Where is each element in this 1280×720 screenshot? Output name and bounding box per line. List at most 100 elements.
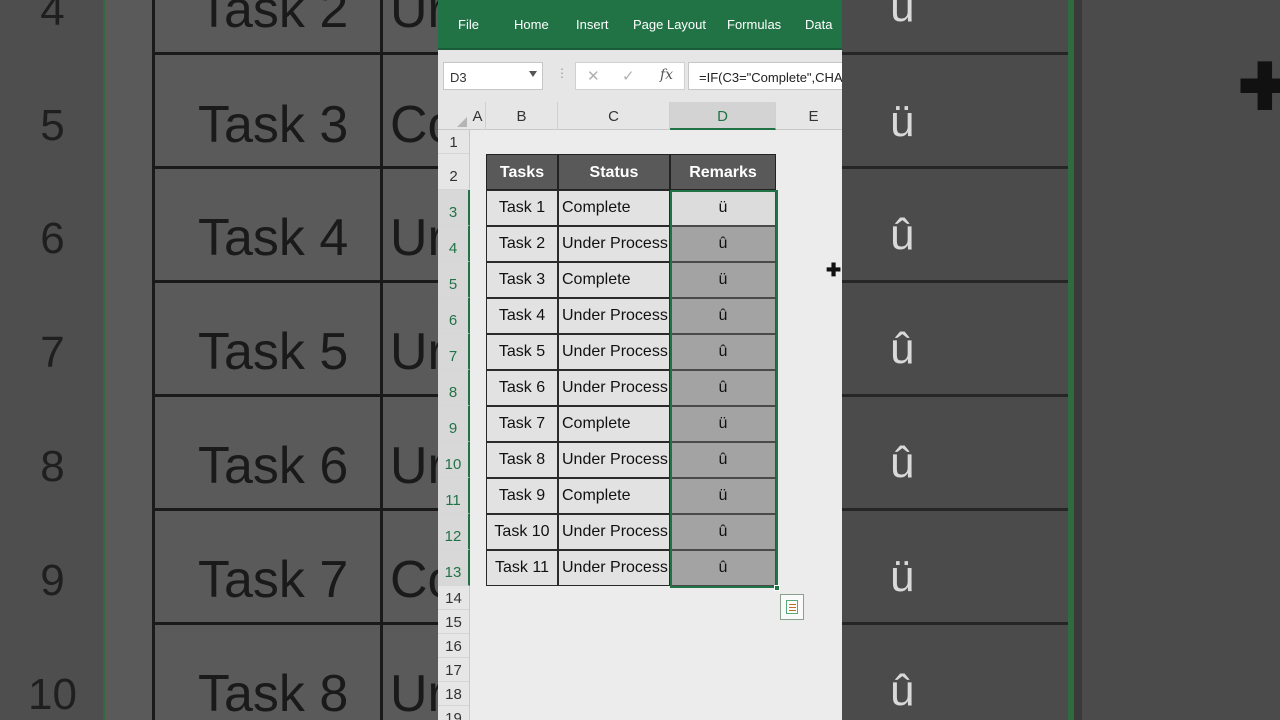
tab-data[interactable]: Data [805,17,832,32]
bg-status-fragment: Co [390,96,438,154]
row-header-1[interactable]: 1 [438,130,470,154]
bg-task-label: Task 8 [198,665,349,720]
row-header-15[interactable]: 15 [438,610,470,634]
background-zoom-left: 4 Task 2 Ur 5 Task 3 Co 6 Task 4 Ur 7 Task 5 Ur 8 Tas… [0,0,438,720]
bg-row-number: 10 [28,670,77,719]
cell-cursor-icon: ✚ [826,260,842,280]
row-header-19[interactable]: 19 [438,706,470,720]
select-all-corner[interactable] [438,102,470,130]
tab-formulas[interactable]: Formulas [727,17,781,32]
bg-grid-line [155,622,438,625]
task-cell[interactable]: Task 2 [486,226,558,262]
bg-status-fragment: Ur [390,209,438,267]
status-cell[interactable]: Under Process [558,550,670,586]
row-header-6[interactable]: 6 [438,298,470,334]
remark-cell[interactable]: û [670,226,776,262]
row-header-13[interactable]: 13 [438,550,470,586]
row-header-2[interactable]: 2 [438,154,470,190]
remark-cell[interactable]: û [670,334,776,370]
remark-cell[interactable]: û [670,514,776,550]
row-header-3[interactable]: 3 [438,190,470,226]
bg-grid-line [842,394,1070,397]
bg-row-number: 8 [40,442,65,491]
formula-input[interactable]: =IF(C3="Complete",CHA [688,62,842,90]
task-cell[interactable]: Task 5 [486,334,558,370]
column-header-b[interactable]: B [486,102,558,130]
tab-page-layout[interactable]: Page Layout [633,17,706,32]
quick-analysis-button[interactable] [780,594,804,620]
bg-divider [1074,0,1082,720]
status-cell[interactable]: Complete [558,262,670,298]
column-headers: A B C D E [438,102,842,130]
task-cell[interactable]: Task 9 [486,478,558,514]
status-cell[interactable]: Under Process [558,514,670,550]
bg-row-number: 9 [40,556,65,605]
task-cell[interactable]: Task 1 [486,190,558,226]
fill-handle[interactable] [774,585,780,591]
task-cell[interactable]: Task 6 [486,370,558,406]
task-cell[interactable]: Task 8 [486,442,558,478]
bg-grid-line [842,280,1070,283]
task-cell[interactable]: Task 10 [486,514,558,550]
formula-buttons: ✕ ✓ fx [575,62,685,90]
remark-cell[interactable]: û [670,370,776,406]
row-header-11[interactable]: 11 [438,478,470,514]
row-header-17[interactable]: 17 [438,658,470,682]
header-remarks[interactable]: Remarks [670,154,776,190]
status-cell[interactable]: Complete [558,190,670,226]
bg-remark-glyph: ü [890,97,915,146]
tab-insert[interactable]: Insert [576,17,609,32]
status-cell[interactable]: Under Process [558,334,670,370]
row-header-5[interactable]: 5 [438,262,470,298]
task-cell[interactable]: Task 3 [486,262,558,298]
header-status[interactable]: Status [558,154,670,190]
bg-row-number: 7 [40,328,65,377]
task-cell[interactable]: Task 11 [486,550,558,586]
status-cell[interactable]: Under Process [558,226,670,262]
insert-function-icon[interactable]: fx [660,67,673,83]
cancel-icon[interactable]: ✕ [587,67,600,85]
tab-file[interactable]: File [458,17,479,32]
bg-cursor-plus-icon: ✚ [1238,51,1280,123]
row-header-10[interactable]: 10 [438,442,470,478]
chevron-down-icon[interactable] [529,71,537,77]
worksheet-grid: A B C D E 1 2 3 4 5 6 7 8 9 10 11 12 13 14 15 16 17 18 19 … [438,102,842,720]
row-header-8[interactable]: 8 [438,370,470,406]
remark-cell[interactable]: ü [670,190,776,226]
bg-status-fragment: Ur [390,437,438,495]
row-header-4[interactable]: 4 [438,226,470,262]
row-header-16[interactable]: 16 [438,634,470,658]
bg-row-number: 5 [40,101,65,150]
remark-cell[interactable]: û [670,298,776,334]
quick-analysis-icon [786,600,798,614]
remark-cell[interactable]: ü [670,262,776,298]
status-cell[interactable]: Under Process [558,370,670,406]
row-header-9[interactable]: 9 [438,406,470,442]
remark-cell[interactable]: ü [670,406,776,442]
remark-cell[interactable]: û [670,442,776,478]
row-header-18[interactable]: 18 [438,682,470,706]
bg-grid-line [842,52,1070,55]
row-header-12[interactable]: 12 [438,514,470,550]
status-cell[interactable]: Complete [558,478,670,514]
column-header-a[interactable]: A [470,102,486,130]
status-cell[interactable]: Complete [558,406,670,442]
task-cell[interactable]: Task 4 [486,298,558,334]
column-header-e[interactable]: E [776,102,842,130]
task-cell[interactable]: Task 7 [486,406,558,442]
enter-icon[interactable]: ✓ [622,67,635,85]
remark-cell[interactable]: û [670,550,776,586]
column-header-d[interactable]: D [670,102,776,130]
row-header-14[interactable]: 14 [438,586,470,610]
column-header-c[interactable]: C [558,102,670,130]
bg-task-label: Task 2 [198,0,349,39]
tab-home[interactable]: Home [514,17,549,32]
remark-cell[interactable]: ü [670,478,776,514]
header-tasks[interactable]: Tasks [486,154,558,190]
status-cell[interactable]: Under Process [558,442,670,478]
row-header-7[interactable]: 7 [438,334,470,370]
drag-handle-icon[interactable]: ⋮ [556,66,568,80]
bg-row-number: 6 [40,214,65,263]
status-cell[interactable]: Under Process [558,298,670,334]
name-box[interactable]: D3 [443,62,543,90]
